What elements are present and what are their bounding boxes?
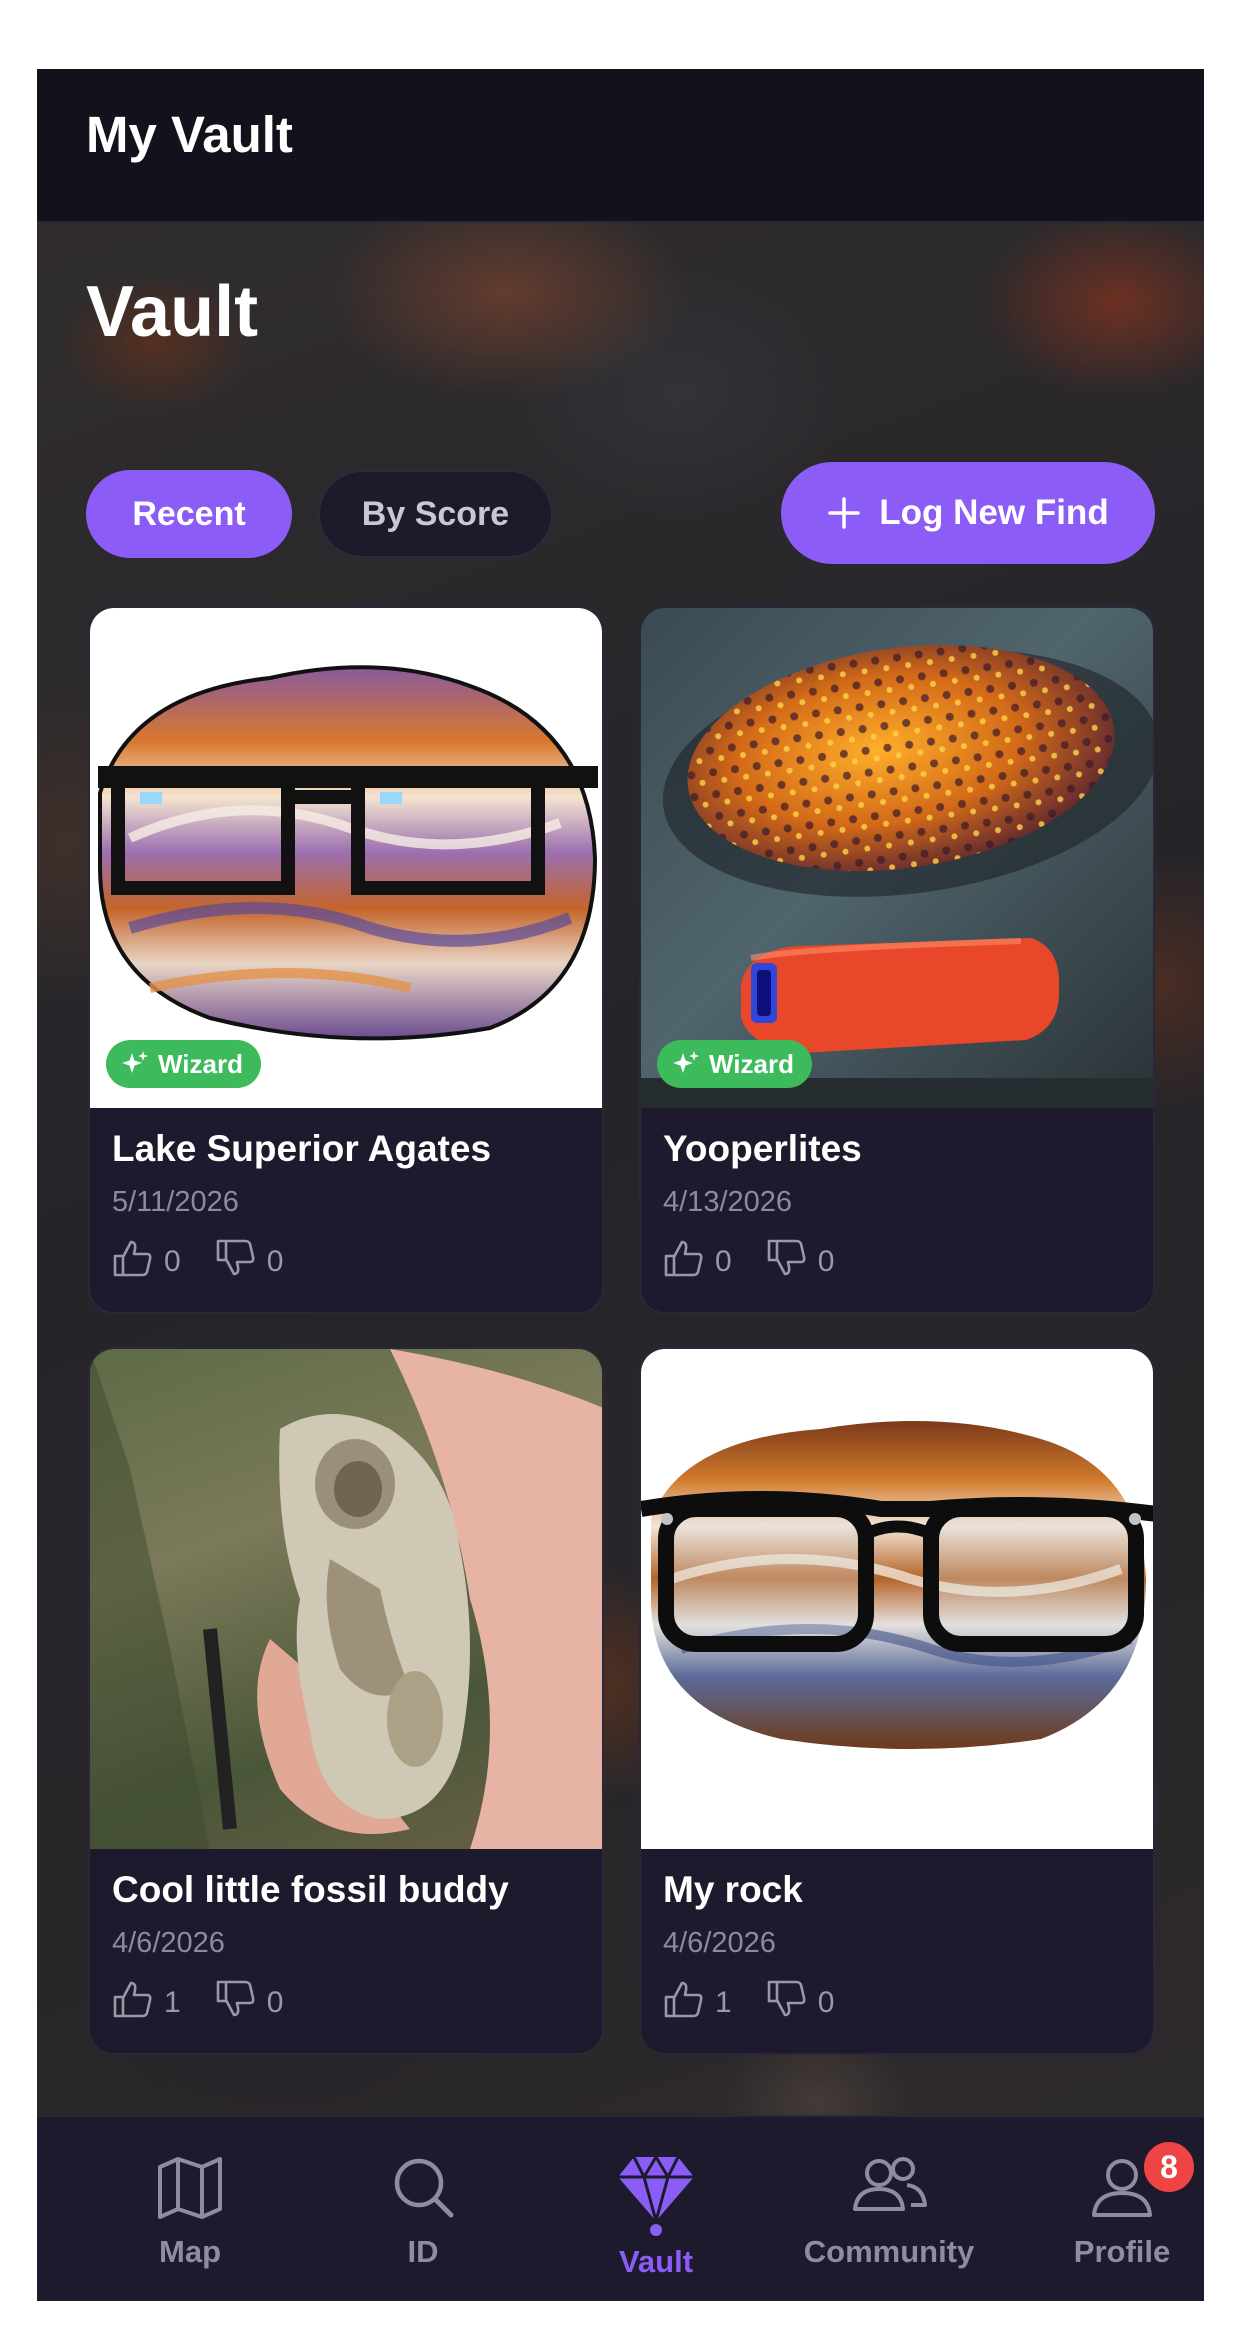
section-title: Vault	[86, 272, 259, 352]
find-date: 4/6/2026	[663, 1927, 776, 1959]
thumbs-up-icon[interactable]	[663, 1979, 705, 2027]
find-date: 4/6/2026	[112, 1927, 225, 1959]
tab-map[interactable]: Map	[100, 2153, 280, 2270]
find-card[interactable]: Cool little fossil buddy 4/6/2026 1 0	[88, 1347, 604, 2055]
like-count: 1	[164, 1986, 181, 2019]
diamond-icon	[618, 2154, 694, 2227]
thumbs-down-icon[interactable]	[766, 1238, 808, 1286]
filter-recent-label: Recent	[132, 494, 246, 533]
badge-label: Wizard	[709, 1048, 794, 1079]
find-image-agate-glasses: Wizard	[90, 608, 602, 1108]
wizard-badge: Wizard	[106, 1040, 261, 1088]
tab-label: Vault	[618, 2244, 694, 2279]
thumbs-down-icon[interactable]	[766, 1979, 808, 2027]
find-image-agate-glasses-photo	[641, 1349, 1153, 1849]
vote-row: 0 0	[112, 1238, 317, 1286]
log-new-find-button[interactable]: Log New Find	[781, 462, 1155, 564]
people-icon	[853, 2157, 927, 2211]
bottom-tab-bar: Map ID Vault Community 8 Profile	[37, 2115, 1204, 2301]
wizard-badge: Wizard	[657, 1040, 812, 1088]
find-title: Yooperlites	[663, 1128, 862, 1169]
find-date: 4/13/2026	[663, 1186, 793, 1218]
find-title: Lake Superior Agates	[112, 1128, 492, 1169]
tab-label: Profile	[1073, 2234, 1171, 2269]
tab-label: Community	[803, 2234, 975, 2269]
tab-id[interactable]: ID	[333, 2153, 513, 2270]
search-icon	[394, 2158, 454, 2218]
filter-recent-button[interactable]: Recent	[86, 470, 292, 558]
page-title: My Vault	[86, 106, 293, 163]
top-bar: My Vault	[37, 69, 1204, 223]
like-count: 0	[164, 1245, 181, 1278]
find-card[interactable]: Wizard Yooperlites 4/13/2026 0 0	[639, 606, 1155, 1314]
filter-by-score-label: By Score	[361, 494, 510, 533]
tab-vault[interactable]: Vault	[566, 2153, 746, 2280]
map-icon	[158, 2157, 222, 2219]
dislike-count: 0	[817, 1245, 835, 1278]
find-card[interactable]: Wizard Lake Superior Agates 5/11/2026 0 …	[88, 606, 604, 1314]
thumbs-down-icon[interactable]	[215, 1238, 257, 1286]
plus-icon	[828, 497, 861, 529]
find-card[interactable]: My rock 4/6/2026 1 0	[639, 1347, 1155, 2055]
app-screen: My Vault Vault Recent By Score Log New F…	[37, 69, 1204, 2301]
like-count: 0	[715, 1245, 732, 1278]
filter-by-score-button[interactable]: By Score	[318, 470, 553, 558]
thumbs-up-icon[interactable]	[663, 1238, 705, 1286]
dislike-count: 0	[266, 1245, 284, 1278]
tab-profile[interactable]: 8 Profile	[1032, 2139, 1204, 2270]
vault-content[interactable]: Vault Recent By Score Log New Find Wizar…	[37, 223, 1204, 2115]
find-title: Cool little fossil buddy	[112, 1869, 509, 1910]
tab-label: ID	[407, 2234, 439, 2269]
active-indicator	[650, 2224, 662, 2236]
dislike-count: 0	[817, 1986, 835, 2019]
dislike-count: 0	[266, 1986, 284, 2019]
find-image-yooperlite: Wizard	[641, 608, 1153, 1108]
thumbs-up-icon[interactable]	[112, 1238, 154, 1286]
log-new-find-label: Log New Find	[879, 493, 1109, 532]
thumbs-up-icon[interactable]	[112, 1979, 154, 2027]
find-date: 5/11/2026	[112, 1186, 239, 1218]
find-image-fossil	[90, 1349, 602, 1849]
vote-row: 1 0	[112, 1979, 317, 2027]
vote-row: 0 0	[663, 1238, 868, 1286]
thumbs-down-icon[interactable]	[215, 1979, 257, 2027]
tab-label: Map	[159, 2234, 221, 2269]
tab-community[interactable]: Community	[799, 2153, 979, 2270]
sparkles-icon	[673, 1051, 699, 1073]
find-title: My rock	[663, 1869, 803, 1910]
vote-row: 1 0	[663, 1979, 868, 2027]
sparkles-icon	[122, 1051, 148, 1073]
like-count: 1	[715, 1986, 732, 2019]
badge-label: Wizard	[158, 1048, 243, 1079]
notification-badge: 8	[1141, 2139, 1197, 2195]
